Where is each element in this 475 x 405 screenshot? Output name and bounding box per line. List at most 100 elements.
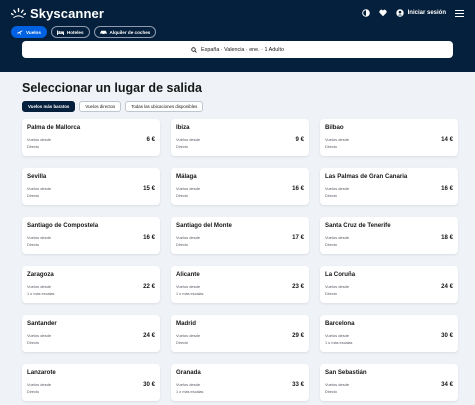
bed-icon [56,30,64,35]
header-hero: Skyscanner Iniciar sesión Vuelos Hoteles… [0,0,475,72]
result-city: Bilbao [325,124,344,131]
result-stops: Directo [325,390,338,394]
result-price: 16 € [292,185,304,192]
result-stops: 1 o más escalas [27,292,55,296]
result-stops: Directo [176,145,189,149]
result-subtitle: Vuelos desde [176,235,201,240]
result-price: 30 € [441,332,453,339]
result-card[interactable]: La Coruña Vuelos desde Directo 24 € [320,266,458,303]
result-price: 34 € [441,381,453,388]
result-city: La Coruña [325,271,356,278]
result-card[interactable]: Las Palmas de Gran Canaria Vuelos desde Di… [320,168,458,205]
result-subtitle: Vuelos desde [325,137,350,142]
logo[interactable]: Skyscanner [11,6,104,21]
result-card[interactable]: Sevilla Vuelos desde Directo 15 € [22,168,160,205]
car-icon [99,30,107,35]
result-card[interactable]: Zaragoza Vuelos desde 1 o más escalas 22 € [22,266,160,303]
result-price: 14 € [441,136,453,143]
result-card[interactable]: Ibiza Vuelos desde Directo 9 € [171,119,309,156]
result-price: 29 € [292,332,304,339]
result-stops: Directo [27,341,40,345]
search-summary-text: España · Valencia · ene. · 1 Adulto [201,46,284,53]
result-price: 30 € [143,381,155,388]
result-subtitle: Vuelos desde [176,137,201,142]
product-tabs: Vuelos Hoteles Alquiler de coches [11,26,464,38]
result-city: Santander [27,320,57,327]
result-stops: 1 o más escalas [176,292,204,296]
result-price: 9 € [295,136,304,143]
result-card[interactable]: Granada Vuelos desde 1 o más escalas 33 € [171,364,309,401]
result-stops: Directo [27,194,40,198]
result-stops: 1 o más escalas [176,390,204,394]
login-label: Iniciar sesión [407,10,446,16]
result-city: Ibiza [176,124,190,131]
filter-tabs: Vuelos más baratos Vuelos directos Todas… [22,101,453,112]
result-subtitle: Vuelos desde [325,284,350,289]
result-card[interactable]: Santiago de Compostela Vuelos desde Direct… [22,217,160,254]
search-icon [191,46,197,53]
result-stops: Directo [176,243,189,247]
result-card[interactable]: Santander Vuelos desde Directo 24 € [22,315,160,352]
tab-direct-flights[interactable]: Vuelos directos [79,101,122,112]
result-subtitle: Vuelos desde [27,137,52,142]
result-stops: Directo [325,194,338,198]
result-subtitle: Vuelos desde [176,382,201,387]
plane-icon [17,29,23,35]
result-subtitle: Vuelos desde [325,333,350,338]
result-subtitle: Vuelos desde [325,235,350,240]
result-subtitle: Vuelos desde [176,333,201,338]
result-card[interactable]: Málaga Vuelos desde Directo 16 € [171,168,309,205]
result-city: Madrid [176,320,196,327]
result-stops: Directo [27,390,40,394]
result-price: 17 € [292,234,304,241]
result-card[interactable]: Bilbao Vuelos desde Directo 14 € [320,119,458,156]
tab-hotels[interactable]: Hoteles [50,26,90,38]
result-price: 33 € [292,381,304,388]
result-city: Zaragoza [27,271,54,278]
brand-name: Skyscanner [30,5,104,21]
tab-all-locations[interactable]: Todas las ubicaciones disponibles [125,101,204,112]
result-subtitle: Vuelos desde [27,235,52,240]
hamburger-menu-icon[interactable] [455,9,464,17]
heart-icon[interactable] [379,9,387,17]
search-summary-bar[interactable]: España · Valencia · ene. · 1 Adulto [22,41,453,58]
result-card[interactable]: San Sebastián Vuelos desde Directo 34 € [320,364,458,401]
result-city: Las Palmas de Gran Canaria [325,173,408,180]
result-card[interactable]: Lanzarote Vuelos desde Directo 30 € [22,364,160,401]
contrast-icon[interactable] [361,9,370,17]
tab-flights[interactable]: Vuelos [11,26,47,38]
result-city: Málaga [176,173,197,180]
result-stops: 1 o más escalas [325,341,353,345]
tab-car-hire-label: Alquiler de coches [109,29,151,35]
result-stops: Directo [325,292,338,296]
result-card[interactable]: Alicante Vuelos desde 1 o más escalas 23 € [171,266,309,303]
result-city: Sevilla [27,173,47,180]
result-stops: Directo [27,145,40,149]
result-subtitle: Vuelos desde [27,186,52,191]
login-button[interactable]: Iniciar sesión [395,9,446,17]
tab-car-hire[interactable]: Alquiler de coches [93,26,157,38]
result-city: Santa Cruz de Tenerife [325,222,391,229]
results-grid: Palma de Mallorca Vuelos desde Directo 6 € … [22,119,458,401]
result-subtitle: Vuelos desde [176,284,201,289]
result-card[interactable]: Santiago del Monte Vuelos desde Directo 17 … [171,217,309,254]
result-card[interactable]: Madrid Vuelos desde Directo 29 € [171,315,309,352]
tab-flights-label: Vuelos [26,29,41,35]
result-card[interactable]: Barcelona Vuelos desde 1 o más escalas 30 € [320,315,458,352]
main-content: Seleccionar un lugar de salida Vuelos má… [0,81,475,401]
result-price: 16 € [143,234,155,241]
result-stops: Directo [176,341,189,345]
top-bar: Skyscanner Iniciar sesión [11,0,464,24]
result-city: Santiago de Compostela [27,222,99,229]
result-subtitle: Vuelos desde [27,333,52,338]
skyscanner-sunrise-icon [11,8,26,18]
top-actions: Iniciar sesión [353,9,464,17]
result-card[interactable]: Santa Cruz de Tenerife Vuelos desde Direct… [320,217,458,254]
result-subtitle: Vuelos desde [27,284,52,289]
result-price: 15 € [143,185,155,192]
tab-cheapest-flights[interactable]: Vuelos más baratos [22,101,76,112]
result-subtitle: Vuelos desde [27,382,52,387]
result-card[interactable]: Palma de Mallorca Vuelos desde Directo 6 € [22,119,160,156]
result-stops: Directo [325,243,338,247]
result-price: 18 € [441,234,453,241]
